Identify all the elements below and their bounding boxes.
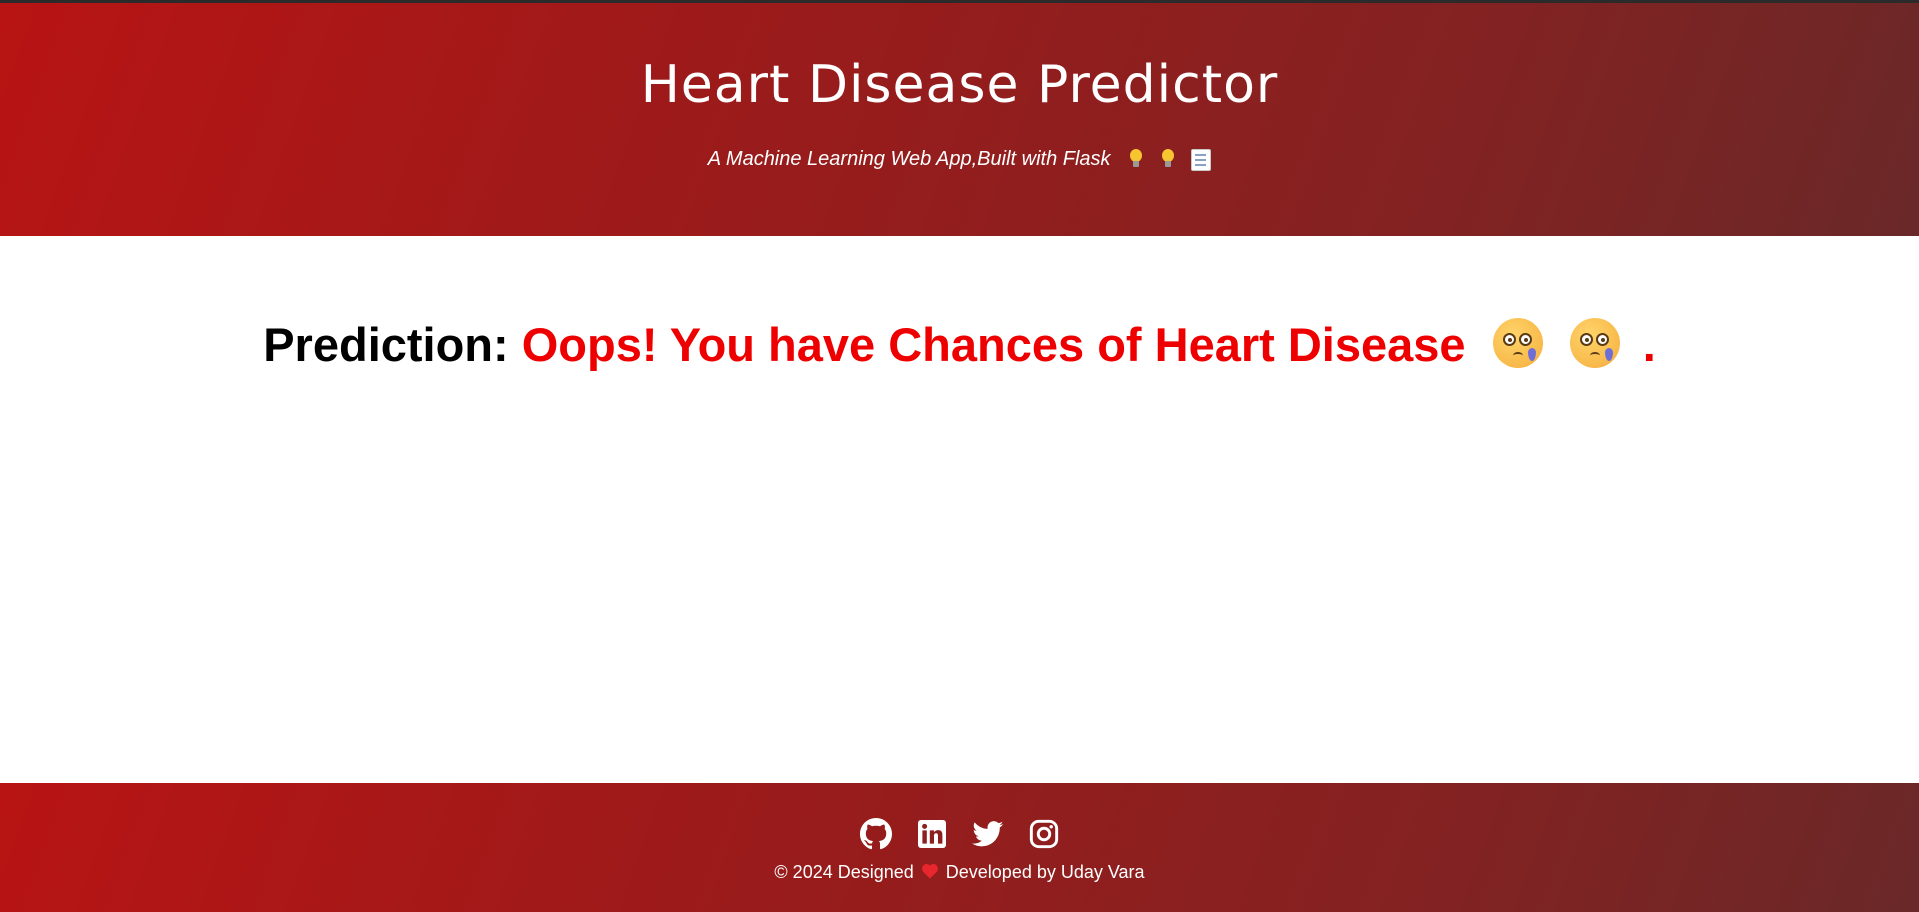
crying-face-icon (1569, 318, 1620, 368)
github-icon (859, 818, 892, 850)
crying-face-icon (1492, 318, 1543, 368)
page: Heart Disease Predictor A Machine Learni… (0, 0, 1919, 912)
prediction-period: . (1642, 318, 1656, 371)
site-footer: © 2024 Designed Developed by Uday Vara (0, 783, 1919, 912)
page-subtitle: A Machine Learning Web App,Built with Fl… (0, 146, 1919, 173)
copyright-prefix: © 2024 Designed (774, 862, 914, 882)
subtitle-text: A Machine Learning Web App,Built with Fl… (707, 148, 1111, 170)
light-bulb-icon (1160, 149, 1176, 171)
memo-icon (1191, 149, 1212, 172)
social-links (0, 818, 1919, 852)
subtitle-icons (1124, 147, 1212, 173)
page-title: Heart Disease Predictor (640, 55, 1279, 115)
prediction-heading: Prediction: Oops! You have Chances of He… (0, 317, 1919, 373)
copyright-suffix: Developed by Uday Vara (945, 862, 1145, 882)
instagram-icon (1029, 819, 1058, 849)
twitter-icon (971, 821, 1003, 847)
twitter-link[interactable] (971, 818, 1004, 850)
site-header: Heart Disease Predictor A Machine Learni… (0, 3, 1919, 236)
light-bulb-icon (1128, 149, 1144, 171)
linkedin-icon (917, 820, 946, 848)
instagram-link[interactable] (1028, 818, 1060, 850)
red-heart-icon (921, 864, 938, 879)
main-content: Prediction: Oops! You have Chances of He… (0, 236, 1919, 783)
prediction-result: Oops! You have Chances of Heart Disease (521, 318, 1466, 371)
copyright-text: © 2024 Designed Developed by Uday Vara (0, 860, 1919, 884)
github-link[interactable] (859, 818, 892, 850)
prediction-label: Prediction: (263, 318, 509, 371)
linkedin-link[interactable] (916, 818, 948, 850)
